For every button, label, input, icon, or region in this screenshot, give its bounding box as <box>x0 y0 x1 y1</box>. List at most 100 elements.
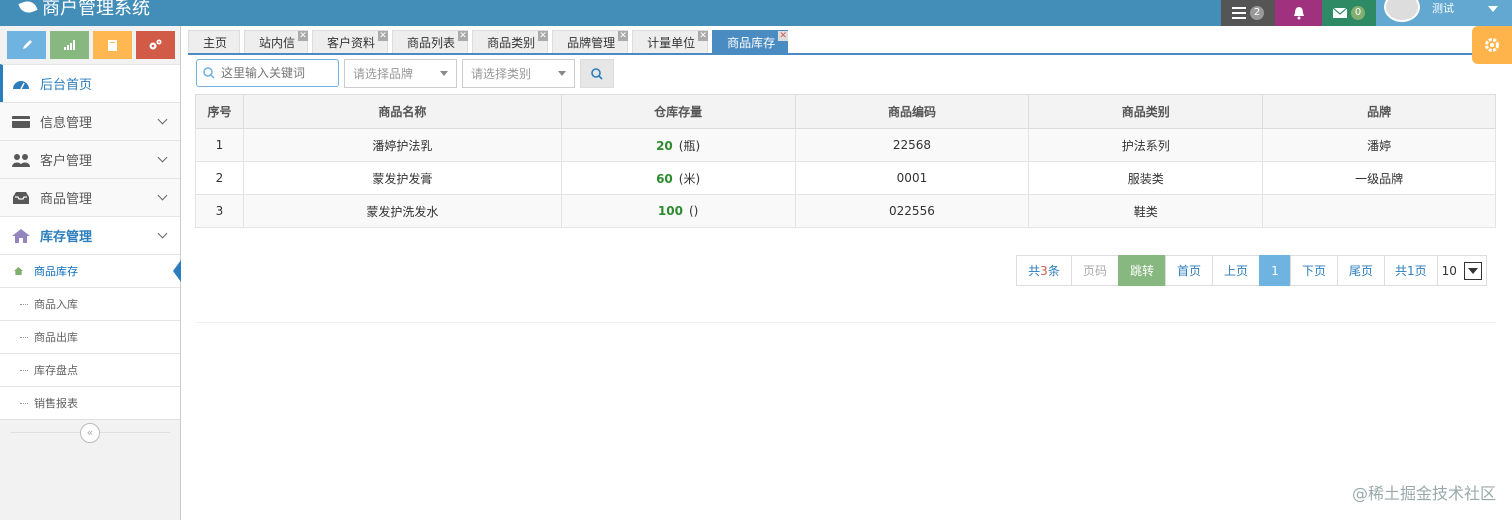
tab-label: 主页 <box>203 35 228 50</box>
table-row[interactable]: 3 蒙发护洗发水 100 () 022556 鞋类 <box>195 194 1496 228</box>
navbar-right: 2 0 测试 <box>1221 0 1512 26</box>
submenu-item-label: 商品入库 <box>34 298 78 311</box>
dashboard-icon <box>13 80 29 89</box>
product-name: 潘婷护法乳 <box>242 128 562 162</box>
tab-product-stock[interactable]: 商品库存 ✕ <box>712 30 789 53</box>
credit-card-icon <box>12 115 30 128</box>
table-row[interactable]: 2 蒙发护发膏 60 (米) 0001 服装类 一级品牌 <box>195 161 1496 195</box>
close-icon[interactable]: ✕ <box>298 31 309 41</box>
submenu-item-stocktake[interactable]: 库存盘点 <box>0 353 180 386</box>
tree-leader <box>20 304 28 305</box>
tab-label: 客户资料 <box>327 35 376 50</box>
column-header[interactable]: 商品编码 <box>794 94 1030 129</box>
stock-quantity: 100 <box>657 204 683 218</box>
first-page-button[interactable]: 首页 <box>1165 255 1213 286</box>
tab-label: 品牌管理 <box>567 35 616 50</box>
sidebar-shortcuts <box>0 26 180 64</box>
column-header[interactable]: 序号 <box>195 94 244 129</box>
brand[interactable]: 商户管理系统 <box>18 0 150 20</box>
tab-units[interactable]: 计量单位 ✕ <box>632 30 709 53</box>
submenu-item-stock[interactable]: 商品库存 <box>0 254 181 287</box>
mail-button[interactable]: 0 <box>1322 0 1376 26</box>
page-tabs: 主页 站内信 ✕ 客户资料 ✕ 商品列表 ✕ 商品类别 ✕ 品牌管理 ✕ 计量单位 ✕ 商品… <box>188 30 789 53</box>
shortcut-signal-button[interactable] <box>50 31 89 59</box>
close-icon[interactable]: ✕ <box>778 31 789 41</box>
last-page-button[interactable]: 尾页 <box>1337 255 1385 286</box>
user-name: 测试 <box>1432 2 1454 15</box>
table-row[interactable]: 1 潘婷护法乳 20 (瓶) 22568 护法系列 潘婷 <box>195 128 1496 162</box>
column-header[interactable]: 仓库存量 <box>560 94 796 129</box>
search-icon <box>203 67 215 79</box>
double-chevron-left-icon: « <box>86 426 94 439</box>
submenu-item-stock-in[interactable]: 商品入库 <box>0 287 180 320</box>
keyword-input[interactable] <box>221 66 333 80</box>
stock-unit: () <box>688 204 699 218</box>
collapse-sidebar-button[interactable]: « <box>80 422 100 443</box>
shortcut-book-button[interactable] <box>93 31 132 59</box>
submenu-item-label: 销售报表 <box>34 397 78 410</box>
search-icon <box>591 67 603 80</box>
tab-brand-management[interactable]: 品牌管理 ✕ <box>552 30 629 53</box>
column-header[interactable]: 商品名称 <box>242 94 562 129</box>
category-select-placeholder: 请选择类别 <box>471 67 532 81</box>
shortcut-cogs-button[interactable] <box>136 31 175 59</box>
column-header[interactable]: 品牌 <box>1262 94 1496 129</box>
tab-label: 商品类别 <box>487 35 536 50</box>
search-button[interactable] <box>580 59 614 88</box>
row-number: 2 <box>195 161 244 195</box>
shortcut-pencil-button[interactable] <box>7 31 46 59</box>
next-page-button[interactable]: 下页 <box>1290 255 1338 286</box>
home-icon <box>12 228 30 243</box>
row-number: 1 <box>195 128 244 162</box>
product-brand: 一级品牌 <box>1262 161 1496 195</box>
dropdown-button[interactable] <box>1463 261 1482 280</box>
tab-home[interactable]: 主页 <box>188 30 241 53</box>
tree-leader <box>20 370 28 371</box>
submenu-item-label: 商品出库 <box>34 331 78 344</box>
sidebar-item-label: 库存管理 <box>40 230 93 245</box>
close-icon[interactable]: ✕ <box>698 31 709 41</box>
tree-leader <box>20 337 28 338</box>
user-menu[interactable]: 测试 <box>1376 0 1512 26</box>
current-page[interactable]: 1 <box>1259 255 1291 286</box>
stock-quantity-cell: 60 (米) <box>560 161 796 195</box>
sidebar-item-products[interactable]: 商品管理 <box>0 178 180 216</box>
brand-select-placeholder: 请选择品牌 <box>353 67 414 81</box>
sidebar-item-customers[interactable]: 客户管理 <box>0 140 180 178</box>
close-icon[interactable]: ✕ <box>378 31 389 41</box>
search-toolbar: 请选择品牌 请选择类别 <box>196 59 614 88</box>
tasks-button[interactable]: 2 <box>1221 0 1275 26</box>
prev-page-button[interactable]: 上页 <box>1212 255 1260 286</box>
product-name: 蒙发护发膏 <box>242 161 562 195</box>
submenu-item-label: 商品库存 <box>34 265 78 278</box>
brand-select[interactable]: 请选择品牌 <box>344 59 457 88</box>
page-number-input[interactable]: 页码 <box>1071 255 1119 286</box>
avatar <box>1384 0 1420 22</box>
chevron-down-icon <box>157 190 168 201</box>
sidebar-item-info[interactable]: 信息管理 <box>0 102 180 140</box>
sidebar-item-label: 信息管理 <box>40 116 93 131</box>
close-icon[interactable]: ✕ <box>458 31 469 41</box>
sidebar-item-inventory[interactable]: 库存管理 <box>0 216 180 254</box>
submenu-item-sales-report[interactable]: 销售报表 <box>0 386 180 419</box>
tab-product-category[interactable]: 商品类别 ✕ <box>472 30 549 53</box>
category-select[interactable]: 请选择类别 <box>462 59 575 88</box>
cogs-icon <box>149 39 162 50</box>
table-header-row: 序号 商品名称 仓库存量 商品编码 商品类别 品牌 <box>195 94 1496 129</box>
jump-button[interactable]: 跳转 <box>1118 255 1166 286</box>
sidebar-item-home[interactable]: 后台首页 <box>0 64 180 102</box>
tab-customer-info[interactable]: 客户资料 ✕ <box>312 30 389 53</box>
notifications-button[interactable] <box>1275 0 1322 26</box>
watermark: @稀土掘金技术社区 <box>1351 484 1496 503</box>
tab-product-list[interactable]: 商品列表 ✕ <box>392 30 469 53</box>
product-code: 022556 <box>794 194 1030 228</box>
submenu-item-stock-out[interactable]: 商品出库 <box>0 320 180 353</box>
column-header[interactable]: 商品类别 <box>1028 94 1264 129</box>
close-icon[interactable]: ✕ <box>538 31 549 41</box>
tab-messages[interactable]: 站内信 ✕ <box>244 30 309 53</box>
settings-button[interactable] <box>1472 26 1512 64</box>
close-icon[interactable]: ✕ <box>618 31 629 41</box>
inventory-submenu: 商品库存 商品入库 商品出库 库存盘点 销售报表 <box>0 254 181 419</box>
page-size-select[interactable]: 10 <box>1436 255 1487 286</box>
total-pages: 共1页 <box>1384 255 1438 286</box>
